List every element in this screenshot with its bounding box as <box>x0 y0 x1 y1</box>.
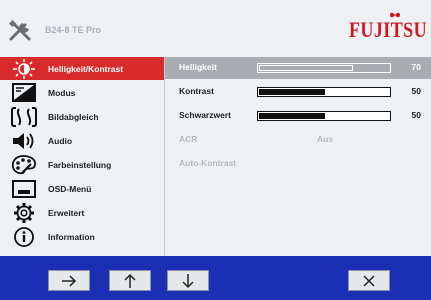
osd-menu-icon <box>12 180 36 198</box>
auto-contrast-row: Auto-Kontrast <box>165 153 431 175</box>
info-icon <box>14 227 34 247</box>
sidebar-menu: Helligkeit/Kontrast Modus Bildabgleich A… <box>0 57 164 256</box>
sidebar-item-label: Helligkeit/Kontrast <box>48 63 124 74</box>
close-icon <box>363 274 375 287</box>
sidebar-item-advanced[interactable]: Erweitert <box>0 201 164 224</box>
sidebar-item-label: Farbeinstellung <box>48 159 112 170</box>
black-level-label: Schwarzwert <box>179 110 231 120</box>
brightness-row[interactable]: Helligkeit 70 <box>165 57 431 79</box>
contrast-slider[interactable] <box>257 87 391 97</box>
gear-icon <box>14 203 34 223</box>
brightness-slider-fill <box>259 65 354 71</box>
brightness-value: 70 <box>411 62 421 72</box>
sidebar-item-brightness-contrast[interactable]: Helligkeit/Kontrast <box>0 57 164 80</box>
sidebar-item-label: Modus <box>48 87 76 98</box>
button-bar <box>0 256 431 300</box>
down-button[interactable] <box>167 270 209 291</box>
speaker-icon <box>13 133 34 149</box>
black-level-value: 50 <box>411 110 421 120</box>
black-level-slider[interactable] <box>257 111 391 121</box>
brightness-icon <box>13 59 35 79</box>
black-level-row[interactable]: Schwarzwert 50 <box>165 105 431 127</box>
sidebar-item-image-adjust[interactable]: Bildabgleich <box>0 105 164 128</box>
contrast-value: 50 <box>411 86 421 96</box>
acr-label: ACR <box>179 134 198 144</box>
brightness-slider[interactable] <box>257 63 391 73</box>
osd-panel: B24-8 TE Pro FUJITSU Helligkeit/Kontrast <box>0 0 431 256</box>
mode-icon <box>12 83 36 102</box>
acr-value: Aus <box>317 134 334 144</box>
acr-row: ACR Aus <box>165 129 431 151</box>
header: B24-8 TE Pro FUJITSU <box>0 0 431 50</box>
sidebar-item-color[interactable]: Farbeinstellung <box>0 153 164 176</box>
sidebar-item-label: Information <box>48 231 95 242</box>
color-palette-icon <box>11 155 36 175</box>
brightness-label: Helligkeit <box>179 62 217 72</box>
sidebar-item-label: Bildabgleich <box>48 111 99 122</box>
exit-button[interactable] <box>348 270 390 291</box>
black-level-slider-fill <box>259 113 325 119</box>
tools-icon <box>8 20 31 41</box>
arrow-right-icon <box>62 274 77 287</box>
contrast-label: Kontrast <box>179 86 214 96</box>
settings-panel: Helligkeit 70 Kontrast 50 Schwarzwert 50… <box>165 57 431 256</box>
sidebar-item-mode[interactable]: Modus <box>0 81 164 104</box>
arrow-down-icon <box>182 273 194 288</box>
sidebar-item-label: OSD-Menü <box>48 183 92 194</box>
brand-logo: FUJITSU <box>349 17 428 42</box>
sidebar-item-osd-menu[interactable]: OSD-Menü <box>0 177 164 200</box>
auto-contrast-label: Auto-Kontrast <box>179 158 237 168</box>
image-adjust-icon <box>11 107 37 127</box>
up-button[interactable] <box>109 270 151 291</box>
sidebar-item-label: Erweitert <box>48 207 85 218</box>
contrast-slider-fill <box>259 89 325 95</box>
contrast-row[interactable]: Kontrast 50 <box>165 81 431 103</box>
sidebar-item-audio[interactable]: Audio <box>0 129 164 152</box>
sidebar-item-information[interactable]: Information <box>0 225 164 248</box>
next-button[interactable] <box>48 270 90 291</box>
sidebar-item-label: Audio <box>48 135 73 146</box>
arrow-up-icon <box>124 273 136 288</box>
model-title: B24-8 TE Pro <box>45 25 102 35</box>
